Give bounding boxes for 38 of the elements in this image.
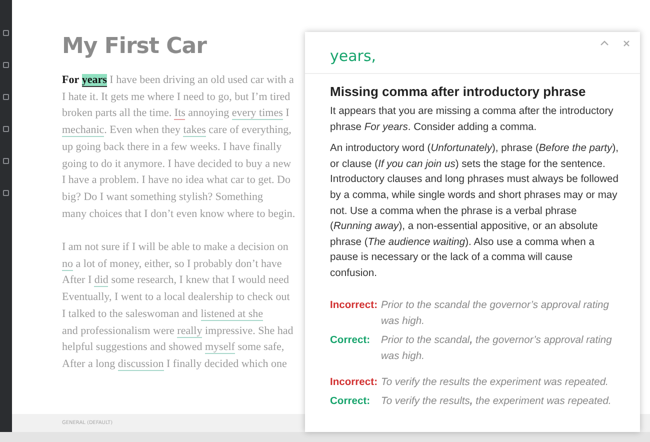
text-line: no a lot of money, either, so I probably don’t have: [62, 256, 282, 272]
sidebar-icon[interactable]: [3, 94, 9, 100]
sidebar-icon[interactable]: [3, 62, 9, 68]
text-line: I have a problem. I have no idea what car to get. Do: [62, 173, 290, 188]
close-icon[interactable]: [623, 40, 630, 47]
example-sentence: Prior to the scandal the governor’s approval rating was high.: [381, 298, 610, 329]
text-line: big? Do I want something stylish? Something: [62, 190, 264, 205]
text-line: helpful suggestions and showed myself some safe,: [62, 340, 284, 356]
example-sentence: To verify the results, the experiment was repeated.: [381, 394, 612, 409]
example-label: Incorrect:: [330, 376, 378, 390]
text-line: I hate it. It gets me where I need to go, but I’m tired: [62, 90, 290, 105]
text-line: For years I have been driving an old used car with a: [62, 73, 294, 89]
text-line: up going back there in a few weeks. I have finally: [62, 140, 282, 155]
document-title: My First Car: [62, 34, 206, 59]
sidebar-icon[interactable]: [3, 30, 9, 36]
text-line: going to do it anymore. I have decided to buy a new: [62, 156, 292, 172]
replacement-suggestion[interactable]: years,: [330, 47, 376, 65]
text-line: and professionalism were really impressive. She had: [62, 324, 294, 340]
sidebar-icon[interactable]: [3, 190, 9, 196]
chevron-up-icon[interactable]: [600, 40, 609, 46]
text-line: broken parts all the time. Its annoying every times I: [62, 106, 290, 122]
sidebar-icon[interactable]: [3, 158, 9, 164]
explanation-text: An introductory word (Unfortunately), phrase (Before the party), or clause (If you can join us) sets the stage for the sentence. Introductory clauses and long phrases must always be followed by a comma, while single words and short phrases may or may not. Use a comma when the phrase is a verbal phrase (Running away), a non-essential appositive, or an absolute phrase (The audience waiting). Also use a comma when a pause is necessary or the lack of a comma will cause confusion.: [330, 142, 620, 281]
explanation-text: It appears that you are missing a comma after the introductory phrase For years. Consider adding a comma.: [330, 105, 614, 135]
text-line: I talked to the saleswoman and listened at she: [62, 306, 264, 323]
suggestion-title: Missing comma after introductory phrase: [330, 84, 587, 99]
example-sentence: Prior to the scandal, the governor’s approval rating was high.: [381, 334, 613, 364]
example-sentence: To verify the results the experiment was repeated.: [381, 376, 610, 390]
text-line: After I did some research, I knew that I would need: [62, 273, 289, 290]
example-label: Incorrect:: [330, 298, 378, 313]
text-line: many choices that I don’t even know where to begin.: [62, 206, 296, 222]
example-label: Correct:: [330, 334, 372, 348]
text-line: mechanic. Even when they takes care of everything,: [62, 123, 292, 139]
text-line: After a long discussion I finally decided which one: [62, 356, 287, 373]
text-line: Eventually, I went to a local dealership to check out: [62, 290, 290, 306]
example-label: Correct:: [330, 394, 372, 409]
text-line: I am not sure if I will be able to make a decision on: [62, 240, 288, 256]
sidebar-icon[interactable]: [3, 126, 9, 132]
